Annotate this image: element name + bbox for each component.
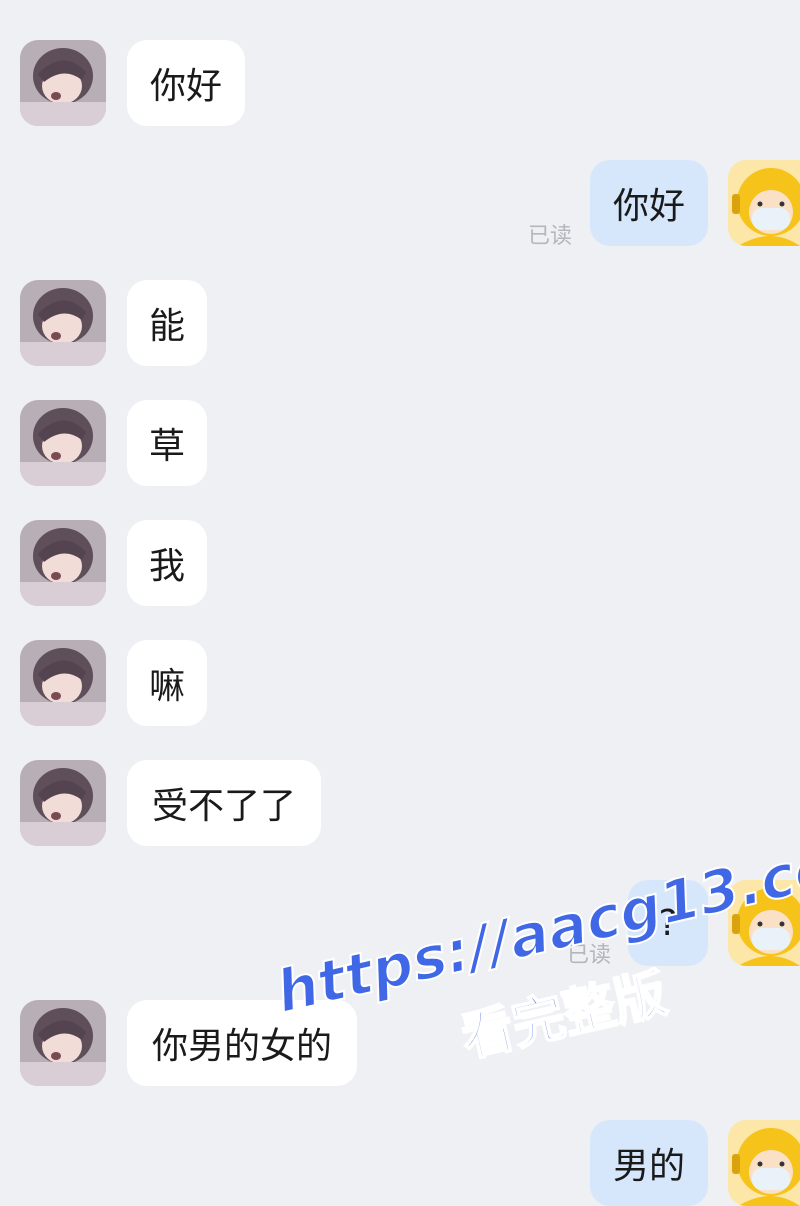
message-bubble-outgoing[interactable]: 男的 — [590, 1120, 708, 1206]
message-text: 我 — [149, 546, 186, 587]
message-bubble-outgoing[interactable]: ? — [628, 880, 708, 966]
anime-girl-avatar-icon[interactable] — [20, 760, 106, 846]
chat-area: 你好 已读 你好 能 草 我 嘛 受不了了 已读 ? 你男的女的 男的 http… — [0, 0, 800, 1206]
anime-girl-avatar-icon[interactable] — [20, 640, 106, 726]
message-bubble-incoming[interactable]: 嘛 — [127, 640, 207, 726]
message-bubble-incoming[interactable]: 你男的女的 — [127, 1000, 357, 1086]
anime-girl-avatar-icon[interactable] — [20, 280, 106, 366]
message-bubble-incoming[interactable]: 草 — [127, 400, 207, 486]
read-status: 已读 — [528, 224, 573, 249]
watermark-subtitle: 看完整版 — [455, 963, 673, 1070]
message-text: 你好 — [149, 66, 222, 107]
anime-girl-avatar-icon[interactable] — [20, 520, 106, 606]
message-text: 受不了了 — [151, 786, 296, 827]
yellow-hooded-masked-avatar-icon[interactable] — [728, 160, 800, 246]
message-text: 男的 — [612, 1146, 685, 1187]
anime-girl-avatar-icon[interactable] — [20, 1000, 106, 1086]
message-bubble-incoming[interactable]: 你好 — [127, 40, 245, 126]
anime-girl-avatar-icon[interactable] — [20, 40, 106, 126]
message-bubble-incoming[interactable]: 我 — [127, 520, 207, 606]
message-bubble-incoming[interactable]: 能 — [127, 280, 207, 366]
message-text: 草 — [149, 426, 186, 467]
watermark: https://aacg13.com 看完整版 — [269, 817, 800, 1155]
anime-girl-avatar-icon[interactable] — [20, 400, 106, 486]
message-bubble-incoming[interactable]: 受不了了 — [127, 760, 321, 846]
read-status: 已读 — [567, 943, 612, 968]
message-bubble-outgoing[interactable]: 你好 — [590, 160, 708, 246]
yellow-hooded-masked-avatar-icon[interactable] — [728, 880, 800, 966]
message-text: 嘛 — [149, 666, 186, 707]
watermark-url: https://aacg13.com — [269, 817, 800, 1027]
message-text: 你好 — [612, 186, 685, 227]
message-text: 你男的女的 — [151, 1026, 332, 1067]
message-text: 能 — [149, 306, 186, 347]
message-text: ? — [658, 902, 678, 944]
yellow-hooded-masked-avatar-icon[interactable] — [728, 1120, 800, 1206]
